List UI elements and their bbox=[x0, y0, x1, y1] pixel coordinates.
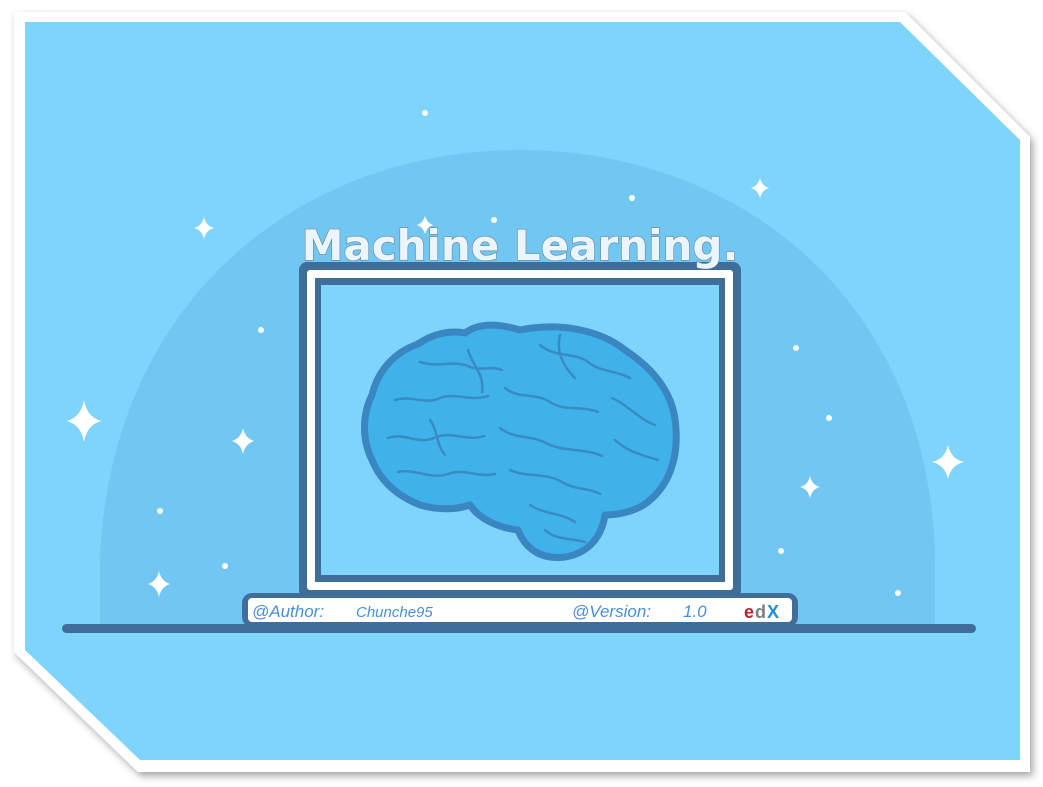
author-label-text: @Author: bbox=[252, 602, 324, 621]
version-value: 1.0 bbox=[683, 602, 707, 621]
star-dot bbox=[826, 415, 832, 421]
logo-d: d bbox=[755, 602, 766, 622]
logo-e: e bbox=[744, 602, 754, 622]
star-dot bbox=[793, 345, 799, 351]
star-dot bbox=[422, 110, 428, 116]
illustration: Machine Learning. @Author: Chunche95 @Ve… bbox=[14, 12, 1030, 772]
edx-logo: e d X bbox=[744, 602, 779, 622]
star-dot bbox=[258, 327, 264, 333]
star-dot bbox=[629, 195, 635, 201]
star-dot bbox=[222, 563, 228, 569]
star-dot bbox=[778, 548, 784, 554]
star-dot bbox=[157, 508, 163, 514]
page-title: Machine Learning. bbox=[302, 221, 739, 270]
author-name: Chunche95 bbox=[356, 604, 433, 621]
version-label: @Version: bbox=[572, 602, 651, 621]
star-dot bbox=[895, 590, 901, 596]
laptop-base-label-area bbox=[248, 598, 792, 622]
slide-canvas: Machine Learning. @Author: Chunche95 @Ve… bbox=[0, 0, 1043, 787]
logo-x: X bbox=[767, 602, 779, 622]
author-label: @Author: bbox=[252, 602, 324, 621]
laptop-notch bbox=[470, 593, 570, 598]
